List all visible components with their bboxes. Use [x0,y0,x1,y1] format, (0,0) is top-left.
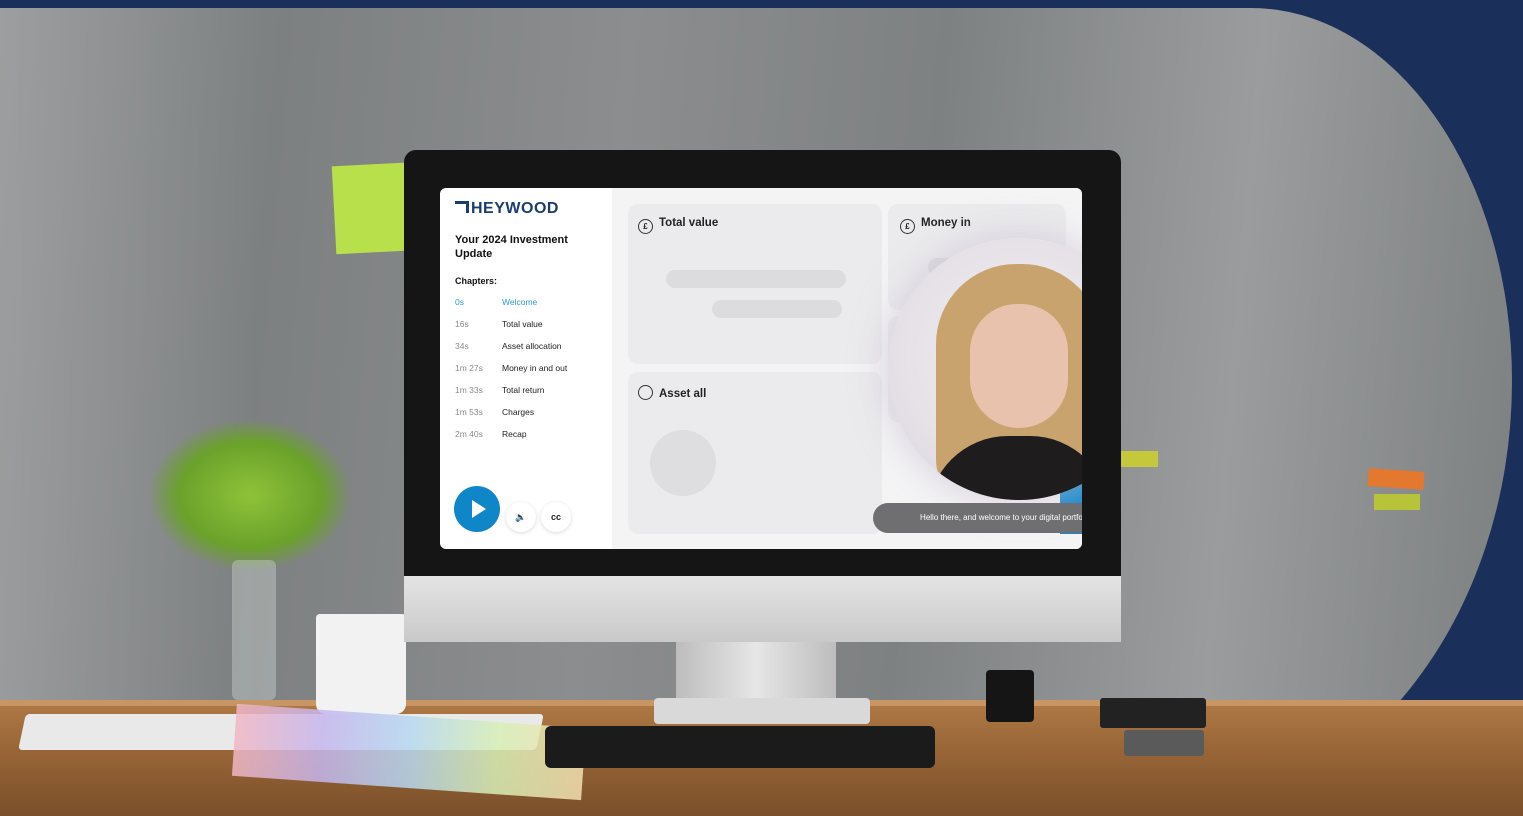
hero-image: HEYWOOD Your 2024 Investment Update Chap… [0,0,1523,816]
vase [232,560,276,700]
volume-button[interactable]: 🔈 [506,502,536,532]
chapter-welcome[interactable]: 0s Welcome [455,297,537,307]
volume-icon: 🔈 [515,512,527,522]
logo-mark-icon [455,201,469,213]
chapter-charges[interactable]: 1m 53s Charges [455,407,534,417]
play-button[interactable] [454,486,500,532]
chapter-sidebar: HEYWOOD Your 2024 Investment Update Chap… [440,188,612,549]
coffee-mug [316,614,406,714]
asset-allocation-card: Asset all [628,372,882,534]
monitor-chin [404,576,1121,642]
drawing-tablet [545,726,935,768]
pound-cycle-icon: £ [638,219,653,234]
phone [1124,730,1204,756]
sticky-note-orange [1367,468,1425,490]
plant [150,420,350,570]
brand-logo: HEYWOOD [455,200,559,218]
pound-in-icon: £ [900,219,915,234]
pie-chart-placeholder [650,430,716,496]
chapter-total-return[interactable]: 1m 33s Total return [455,385,545,395]
presenter-face [970,304,1068,428]
video-title: Your 2024 Investment Update [455,234,568,260]
video-player-screen: HEYWOOD Your 2024 Investment Update Chap… [440,188,1082,549]
subtitle-caption: Hello there, and welcome to your digital… [873,503,1082,533]
monitor-foot [654,698,870,724]
chapters-heading: Chapters: [455,276,498,286]
chapter-total-value[interactable]: 16s Total value [455,319,543,329]
dashboard-panel: £Total value £Money in ut Asset all retu… [612,188,1082,549]
sticky-note-lime [1374,494,1420,510]
chapter-recap[interactable]: 2m 40s Recap [455,429,527,439]
monitor-stand [676,642,836,702]
camera-lens-cup [986,670,1034,722]
captions-button[interactable]: cc [541,502,571,532]
external-drive [1100,698,1206,728]
chapter-money-in-and-out[interactable]: 1m 27s Money in and out [455,363,567,373]
pie-chart-icon [638,385,653,400]
total-value-card: £ Total value [628,204,882,364]
chapter-asset-allocation[interactable]: 34s Asset allocation [455,341,562,351]
